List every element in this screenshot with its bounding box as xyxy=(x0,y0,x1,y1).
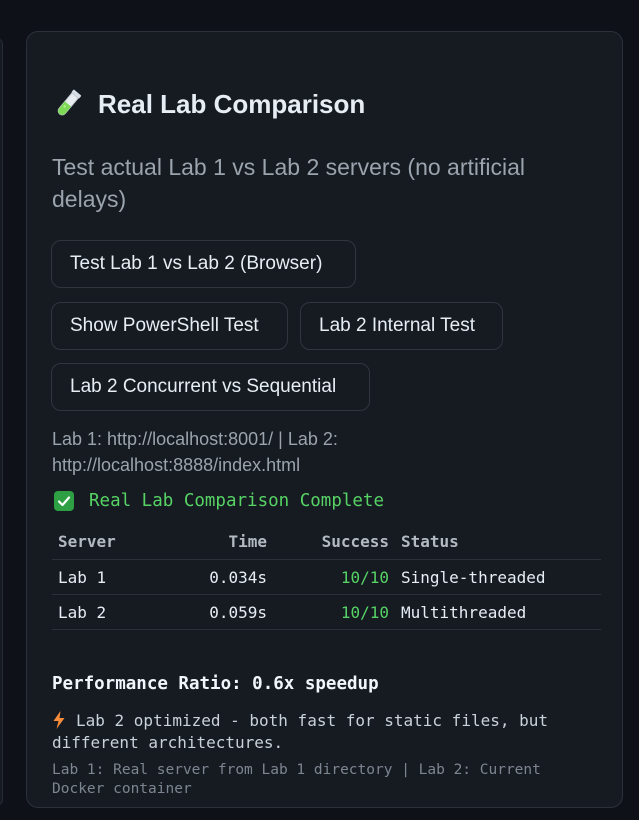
column-header-server: Server xyxy=(52,524,166,560)
server-urls: Lab 1: http://localhost:8001/ | Lab 2: h… xyxy=(52,429,338,475)
check-icon xyxy=(54,491,74,511)
success-cell: 10/10 xyxy=(273,559,395,595)
time-cell: 0.034s xyxy=(166,559,273,595)
status-cell: Single-threaded xyxy=(395,559,601,595)
card-title-text: Real Lab Comparison xyxy=(98,88,366,119)
result-note-text: Lab 2 optimized - both fast for static f… xyxy=(52,711,549,752)
test-tube-icon xyxy=(57,89,82,116)
real-lab-comparison-card: Real Lab Comparison Test actual Lab 1 vs… xyxy=(26,31,623,808)
server-cell: Lab 1 xyxy=(52,559,166,595)
table-row: Lab 2 0.059s 10/10 Multithreaded xyxy=(52,594,601,630)
status-cell: Multithreaded xyxy=(395,594,601,630)
card-title: Real Lab Comparison xyxy=(52,88,365,120)
test-lab1-vs-lab2-browser-button[interactable]: Test Lab 1 vs Lab 2 (Browser) xyxy=(51,240,356,288)
show-powershell-test-button[interactable]: Show PowerShell Test xyxy=(51,302,288,350)
adjacent-panel-edge xyxy=(0,38,3,806)
server-cell: Lab 2 xyxy=(52,594,166,630)
result-note: Lab 2 optimized - both fast for static f… xyxy=(52,710,592,754)
table-header-row: Server Time Success Status xyxy=(52,524,601,560)
result-footnote: Lab 1: Real server from Lab 1 directory … xyxy=(52,762,541,797)
time-cell: 0.059s xyxy=(166,594,273,630)
lab2-internal-test-button[interactable]: Lab 2 Internal Test xyxy=(300,302,503,350)
table-row: Lab 1 0.034s 10/10 Single-threaded xyxy=(52,559,601,595)
card-subtitle: Test actual Lab 1 vs Lab 2 servers (no a… xyxy=(52,154,526,212)
results-table: Server Time Success Status Lab 1 0.034s … xyxy=(52,524,601,630)
performance-ratio: Performance Ratio: 0.6x speedup xyxy=(52,674,379,694)
column-header-time: Time xyxy=(166,524,273,560)
column-header-status: Status xyxy=(395,524,601,560)
lab2-concurrent-vs-sequential-button[interactable]: Lab 2 Concurrent vs Sequential xyxy=(51,363,370,411)
success-cell: 10/10 xyxy=(273,594,395,630)
column-header-success: Success xyxy=(273,524,395,560)
comparison-status-text: Real Lab Comparison Complete xyxy=(89,491,385,511)
lightning-icon xyxy=(53,711,65,729)
comparison-status: Real Lab Comparison Complete xyxy=(54,491,384,511)
